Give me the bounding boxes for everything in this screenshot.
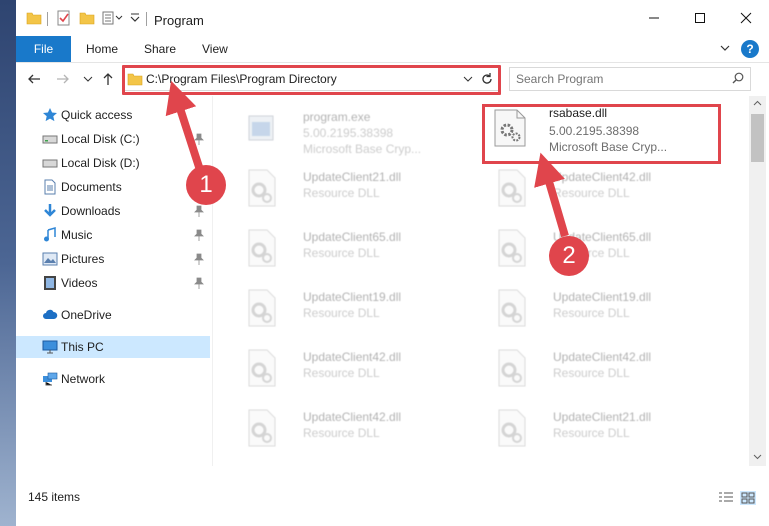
annotation-arrows <box>165 80 569 238</box>
callout-1: 1 <box>186 165 226 205</box>
callout-2: 2 <box>549 236 589 276</box>
arrow-to-file <box>534 152 569 238</box>
arrow-to-address-bar <box>165 80 204 172</box>
